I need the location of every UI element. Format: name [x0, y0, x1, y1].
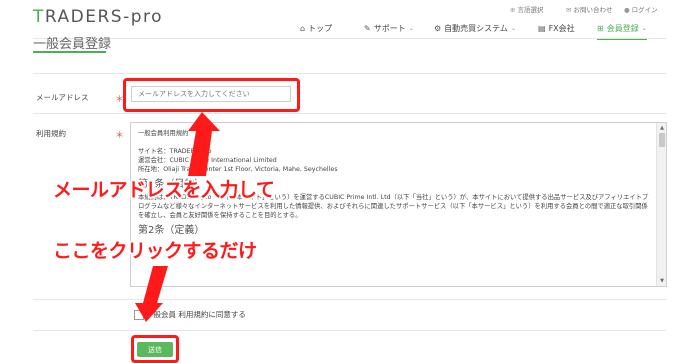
annotation-text-1: メールアドレスを入力して: [53, 179, 275, 201]
annotation-arrow-up-icon: [188, 112, 220, 176]
annotation-arrow-down-icon: [135, 266, 168, 322]
annotation-text-2: ここをクリックするだけ: [53, 240, 257, 262]
